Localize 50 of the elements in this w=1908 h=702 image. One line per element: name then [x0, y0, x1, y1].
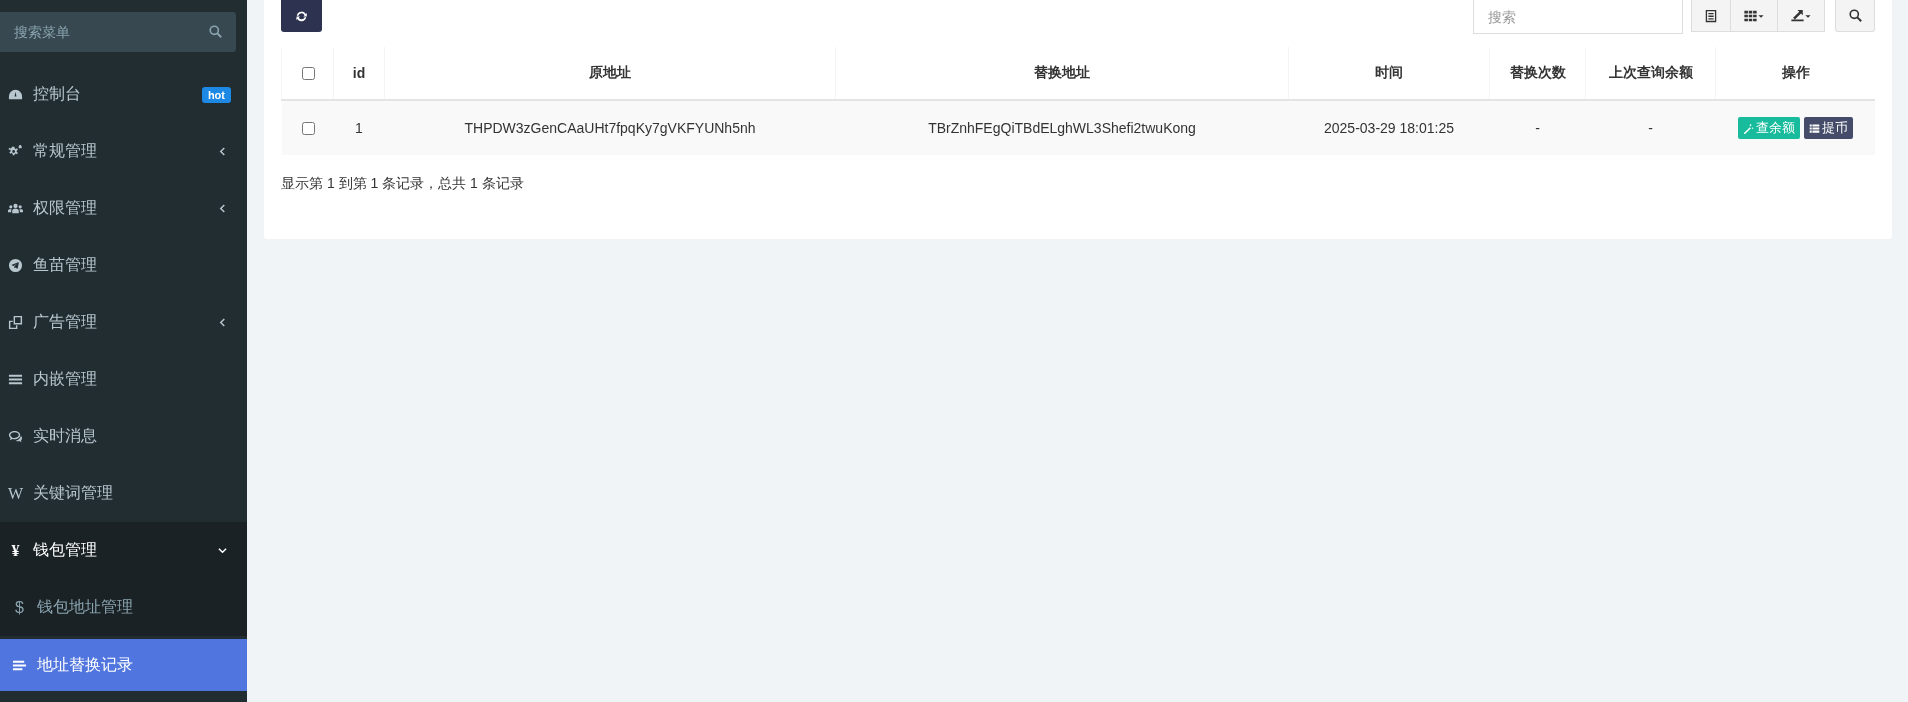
menu-item[interactable]: 权限管理 — [0, 180, 247, 237]
table-cell: 1 — [333, 100, 385, 155]
row-checkbox[interactable] — [301, 121, 315, 135]
table-cell: TBrZnhFEgQiTBdELghWL3Shefi2twuKong — [835, 100, 1289, 155]
menu-item[interactable]: ¥ 钱包管理 — [0, 522, 247, 579]
search-icon — [209, 25, 222, 38]
refresh-button[interactable] — [281, 0, 322, 32]
chevron-down-icon — [218, 546, 227, 555]
menu-item[interactable]: 实时消息 — [0, 408, 247, 465]
table-cell: - — [1489, 100, 1586, 155]
menu-item[interactable]: 内嵌管理 — [0, 351, 247, 408]
submenu-item[interactable]: $ 钱包地址管理 — [0, 579, 247, 636]
menu-icon — [8, 315, 23, 330]
toggle-view-button[interactable] — [1691, 0, 1731, 32]
menu-item[interactable]: 广告管理 — [0, 294, 247, 351]
menu-item[interactable]: 常规管理 — [0, 123, 247, 180]
table-cell: THPDW3zGenCAaUHt7fpqKy7gVKFYUNh5nh — [384, 100, 836, 155]
hot-badge: hot — [201, 86, 231, 103]
menu-icon — [8, 201, 23, 216]
submenu-item[interactable]: 地址替换记录 — [0, 639, 247, 691]
chevron-left-icon — [218, 204, 227, 213]
table-cell: 2025-03-29 18:01:25 — [1288, 100, 1490, 155]
withdraw-button[interactable]: 提币 — [1803, 117, 1853, 139]
menu-icon: $ — [12, 598, 27, 617]
table-cell: - — [1585, 100, 1716, 155]
menu-item[interactable]: W 关键词管理 — [0, 465, 247, 522]
menu-icon — [8, 429, 23, 444]
list-icon — [1704, 8, 1718, 23]
columns-button[interactable] — [1731, 0, 1778, 32]
search-field[interactable]: 搜索 — [1473, 0, 1683, 34]
menu-search-field[interactable]: 搜索菜单 — [0, 12, 236, 52]
menu-icon: W — [8, 484, 23, 503]
menu-icon: ¥ — [8, 541, 23, 560]
export-button[interactable] — [1778, 0, 1825, 32]
chevron-left-icon — [218, 318, 227, 327]
menu-icon — [8, 258, 23, 273]
select-all-checkbox[interactable] — [301, 66, 315, 80]
pagination-info: 显示第 1 到第 1 条记录，总共 1 条记录 — [281, 175, 525, 193]
export-caret-icon — [1790, 8, 1812, 23]
grid-caret-icon — [1743, 8, 1765, 23]
search-icon — [1848, 9, 1862, 22]
refresh-icon — [295, 9, 308, 23]
chevron-left-icon — [218, 147, 227, 156]
menu-item[interactable]: 控制台 hot — [0, 66, 247, 123]
menu-icon — [8, 87, 23, 102]
menu-item[interactable]: 鱼苗管理 — [0, 237, 247, 294]
magic-wand-icon — [1742, 122, 1754, 134]
search-button[interactable] — [1835, 0, 1875, 32]
menu-icon — [8, 372, 23, 387]
list-icon — [1808, 122, 1820, 134]
